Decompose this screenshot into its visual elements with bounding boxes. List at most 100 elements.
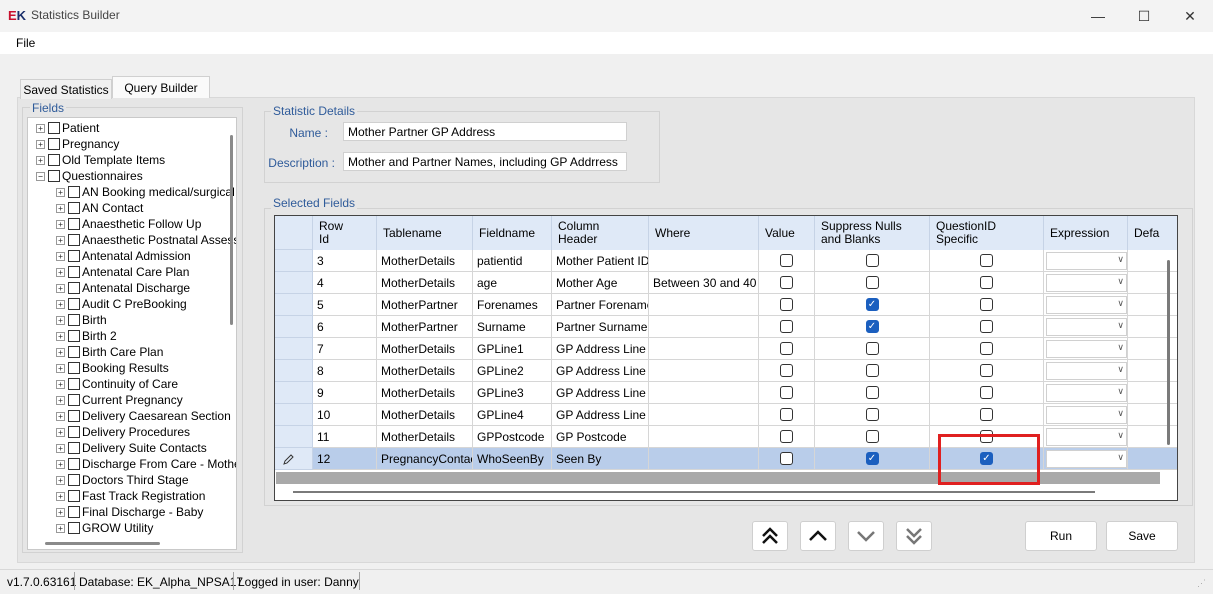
tab-query-builder[interactable]: Query Builder [112,76,210,98]
expand-icon[interactable]: + [36,123,45,133]
tree-checkbox[interactable] [68,202,80,214]
grid-cell-where[interactable] [649,360,759,382]
column-header[interactable]: Suppress Nulls and Blanks [815,216,930,250]
checkbox[interactable] [780,430,793,443]
expand-icon[interactable]: + [56,523,65,533]
tree-item[interactable]: + Birth 2 [56,328,117,344]
tree-checkbox[interactable] [68,458,80,470]
expression-dropdown[interactable]: ∨ [1046,427,1127,446]
tree-item[interactable]: + Pregnancy [36,136,119,152]
expand-icon[interactable]: + [36,155,45,165]
expression-dropdown[interactable]: ∨ [1046,273,1127,292]
expand-icon[interactable]: + [56,459,65,469]
checkbox-checked[interactable]: ✓ [865,320,879,333]
checkbox[interactable] [980,320,993,333]
grid-cell-field[interactable]: GPLine3 [473,382,552,404]
expand-icon[interactable]: + [56,507,65,517]
grid-cell-id[interactable]: 8 [313,360,377,382]
maximize-button[interactable]: ☐ [1121,0,1167,32]
tree-checkbox[interactable] [48,154,60,166]
tree-checkbox[interactable] [68,298,80,310]
column-header[interactable]: Tablename [377,216,473,250]
grid-cell-table[interactable]: MotherDetails [377,426,473,448]
grid-cell-table[interactable]: MotherDetails [377,250,473,272]
checkbox[interactable] [780,452,793,465]
grid-vertical-scrollbar[interactable] [1167,260,1170,445]
move-up-button[interactable] [800,521,836,551]
grid-cell-header[interactable]: GP Address Line 3 [552,382,649,404]
expand-icon[interactable]: + [56,379,65,389]
close-button[interactable]: ✕ [1167,0,1213,32]
expand-icon[interactable]: + [56,411,65,421]
grid-cell-default[interactable] [1128,316,1177,338]
checkbox[interactable] [780,364,793,377]
grid-cell-header[interactable]: GP Address Line 4 [552,404,649,426]
row-header[interactable] [275,448,313,470]
grid-cell-id[interactable]: 3 [313,250,377,272]
tree-item[interactable]: + AN Booking medical/surgical [56,184,235,200]
tree-checkbox[interactable] [68,234,80,246]
tree-item[interactable]: + Anaesthetic Follow Up [56,216,201,232]
checkbox[interactable] [780,408,793,421]
expand-icon[interactable]: + [56,283,65,293]
resize-grip-icon[interactable]: ⋰ [1197,578,1209,590]
tree-checkbox[interactable] [68,218,80,230]
checkbox-checked[interactable]: ✓ [865,298,879,311]
grid-cell-header[interactable]: GP Postcode [552,426,649,448]
collapse-icon[interactable]: − [36,171,45,181]
column-header[interactable]: Fieldname [473,216,552,250]
grid-cell-header[interactable]: Partner Surname [552,316,649,338]
row-header[interactable] [275,316,313,338]
grid-cell-header[interactable]: Mother Patient ID [552,250,649,272]
expand-icon[interactable]: + [56,235,65,245]
row-header[interactable] [275,250,313,272]
checkbox[interactable] [980,254,993,267]
run-button[interactable]: Run [1025,521,1097,551]
expression-dropdown[interactable]: ∨ [1046,339,1127,358]
checkbox[interactable] [780,342,793,355]
grid-cell-id[interactable]: 6 [313,316,377,338]
expression-dropdown[interactable]: ∨ [1046,317,1127,336]
expand-icon[interactable]: + [56,315,65,325]
row-header[interactable] [275,382,313,404]
tree-checkbox[interactable] [48,170,60,182]
grid-cell-where[interactable] [649,382,759,404]
grid-cell-id[interactable]: 9 [313,382,377,404]
column-header[interactable]: Value [759,216,815,250]
tree-item[interactable]: + GROW Utility [56,520,153,536]
checkbox[interactable] [780,254,793,267]
grid-cell-where[interactable] [649,338,759,360]
grid-cell-field[interactable]: WhoSeenBy [473,448,552,470]
tree-item[interactable]: + Doctors Third Stage [56,472,189,488]
tree-checkbox[interactable] [68,474,80,486]
grid-cell-id[interactable]: 12 [313,448,377,470]
tree-checkbox[interactable] [68,442,80,454]
grid-cell-id[interactable]: 7 [313,338,377,360]
tree-checkbox[interactable] [68,490,80,502]
move-down-button[interactable] [848,521,884,551]
grid-cell-default[interactable] [1128,360,1177,382]
expand-icon[interactable]: + [56,491,65,501]
move-top-button[interactable] [752,521,788,551]
grid-cell-header[interactable]: Partner Forenames [552,294,649,316]
row-header[interactable] [275,294,313,316]
column-header[interactable]: Defa [1128,216,1177,250]
grid-cell-default[interactable] [1128,382,1177,404]
tree-item[interactable]: + Delivery Procedures [56,424,190,440]
grid-cell-where[interactable]: Between 30 and 40 [649,272,759,294]
tree-item[interactable]: + Continuity of Care [56,376,178,392]
column-header[interactable]: Expression [1044,216,1128,250]
tree-item[interactable]: + Antenatal Discharge [56,280,190,296]
tree-item[interactable]: + Old Template Items [36,152,165,168]
minimize-button[interactable]: — [1075,0,1121,32]
save-button[interactable]: Save [1106,521,1178,551]
expand-icon[interactable]: + [56,475,65,485]
checkbox[interactable] [865,430,879,443]
description-input[interactable]: Mother and Partner Names, including GP A… [343,152,627,171]
tree-checkbox[interactable] [68,506,80,518]
row-header[interactable] [275,272,313,294]
tree-checkbox[interactable] [68,426,80,438]
grid-cell-default[interactable] [1128,404,1177,426]
tree-checkbox[interactable] [68,522,80,534]
checkbox[interactable] [980,276,993,289]
